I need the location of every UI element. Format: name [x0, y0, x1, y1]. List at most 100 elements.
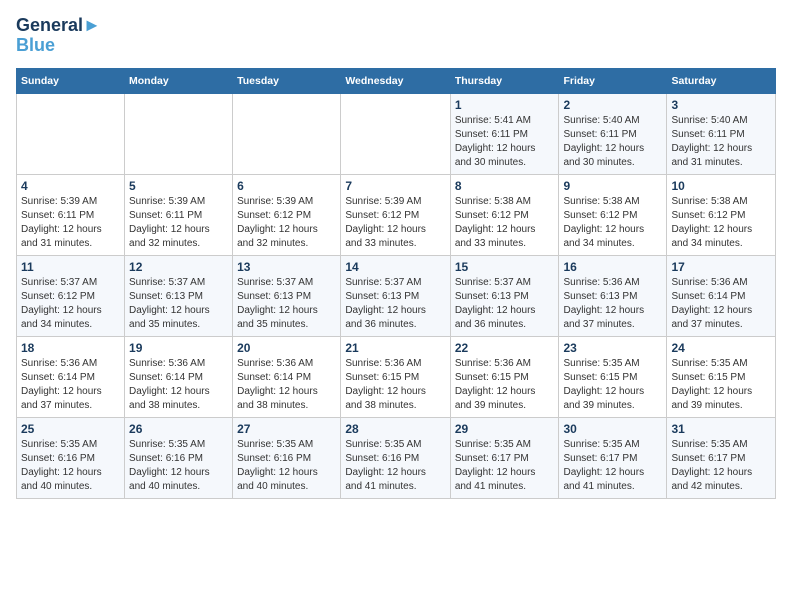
- calendar-cell: 30 Sunrise: 5:35 AM Sunset: 6:17 PM Dayli…: [559, 417, 667, 498]
- day-number: 1: [455, 98, 555, 112]
- day-info: Sunrise: 5:36 AM Sunset: 6:14 PM Dayligh…: [129, 357, 228, 413]
- day-info: Sunrise: 5:38 AM Sunset: 6:12 PM Dayligh…: [671, 195, 771, 251]
- calendar-cell: 2 Sunrise: 5:40 AM Sunset: 6:11 PM Daylig…: [559, 93, 667, 174]
- day-number: 24: [671, 341, 771, 355]
- day-info: Sunrise: 5:37 AM Sunset: 6:13 PM Dayligh…: [237, 276, 336, 332]
- day-number: 15: [455, 260, 555, 274]
- day-number: 18: [21, 341, 120, 355]
- day-number: 13: [237, 260, 336, 274]
- calendar-cell: [341, 93, 450, 174]
- day-header-tuesday: Tuesday: [233, 68, 341, 93]
- day-info: Sunrise: 5:36 AM Sunset: 6:14 PM Dayligh…: [237, 357, 336, 413]
- day-info: Sunrise: 5:37 AM Sunset: 6:13 PM Dayligh…: [455, 276, 555, 332]
- day-number: 22: [455, 341, 555, 355]
- day-info: Sunrise: 5:39 AM Sunset: 6:12 PM Dayligh…: [237, 195, 336, 251]
- day-number: 17: [671, 260, 771, 274]
- calendar-cell: 5 Sunrise: 5:39 AM Sunset: 6:11 PM Daylig…: [125, 174, 233, 255]
- day-number: 3: [671, 98, 771, 112]
- day-info: Sunrise: 5:37 AM Sunset: 6:12 PM Dayligh…: [21, 276, 120, 332]
- day-number: 31: [671, 422, 771, 436]
- day-info: Sunrise: 5:39 AM Sunset: 6:11 PM Dayligh…: [129, 195, 228, 251]
- logo: General► Blue: [16, 16, 101, 56]
- day-info: Sunrise: 5:39 AM Sunset: 6:11 PM Dayligh…: [21, 195, 120, 251]
- day-number: 26: [129, 422, 228, 436]
- day-number: 27: [237, 422, 336, 436]
- day-header-sunday: Sunday: [17, 68, 125, 93]
- day-number: 9: [563, 179, 662, 193]
- calendar-cell: 4 Sunrise: 5:39 AM Sunset: 6:11 PM Daylig…: [17, 174, 125, 255]
- logo-text: General►: [16, 16, 101, 36]
- day-info: Sunrise: 5:35 AM Sunset: 6:17 PM Dayligh…: [563, 438, 662, 494]
- day-number: 10: [671, 179, 771, 193]
- calendar-cell: [125, 93, 233, 174]
- day-header-monday: Monday: [125, 68, 233, 93]
- day-info: Sunrise: 5:39 AM Sunset: 6:12 PM Dayligh…: [345, 195, 445, 251]
- calendar-cell: 23Sunrise: 5:35 AM Sunset: 6:15 PM Dayli…: [559, 336, 667, 417]
- day-number: 8: [455, 179, 555, 193]
- day-info: Sunrise: 5:36 AM Sunset: 6:14 PM Dayligh…: [671, 276, 771, 332]
- day-info: Sunrise: 5:35 AM Sunset: 6:15 PM Dayligh…: [671, 357, 771, 413]
- calendar-cell: 16 Sunrise: 5:36 AM Sunset: 6:13 PM Dayli…: [559, 255, 667, 336]
- calendar-cell: 27 Sunrise: 5:35 AM Sunset: 6:16 PM Dayli…: [233, 417, 341, 498]
- day-number: 20: [237, 341, 336, 355]
- day-number: 5: [129, 179, 228, 193]
- calendar-cell: [17, 93, 125, 174]
- calendar-cell: 22 Sunrise: 5:36 AM Sunset: 6:15 PM Dayli…: [450, 336, 559, 417]
- calendar-cell: 25 Sunrise: 5:35 AM Sunset: 6:16 PM Dayli…: [17, 417, 125, 498]
- calendar-cell: 19 Sunrise: 5:36 AM Sunset: 6:14 PM Dayli…: [125, 336, 233, 417]
- day-number: 16: [563, 260, 662, 274]
- day-number: 2: [563, 98, 662, 112]
- calendar-table: SundayMondayTuesdayWednesdayThursdayFrid…: [16, 68, 776, 499]
- day-number: 14: [345, 260, 445, 274]
- day-info: Sunrise: 5:40 AM Sunset: 6:11 PM Dayligh…: [563, 114, 662, 170]
- day-number: 28: [345, 422, 445, 436]
- calendar-cell: 12 Sunrise: 5:37 AM Sunset: 6:13 PM Dayli…: [125, 255, 233, 336]
- calendar-cell: 26Sunrise: 5:35 AM Sunset: 6:16 PM Dayli…: [125, 417, 233, 498]
- calendar-cell: 21 Sunrise: 5:36 AM Sunset: 6:15 PM Dayli…: [341, 336, 450, 417]
- page-header: General► Blue: [16, 16, 776, 56]
- calendar-cell: 13 Sunrise: 5:37 AM Sunset: 6:13 PM Dayli…: [233, 255, 341, 336]
- calendar-cell: 1 Sunrise: 5:41 AM Sunset: 6:11 PM Daylig…: [450, 93, 559, 174]
- day-number: 21: [345, 341, 445, 355]
- calendar-cell: 7 Sunrise: 5:39 AM Sunset: 6:12 PM Daylig…: [341, 174, 450, 255]
- calendar-cell: 3 Sunrise: 5:40 AM Sunset: 6:11 PM Daylig…: [667, 93, 776, 174]
- calendar-cell: 11 Sunrise: 5:37 AM Sunset: 6:12 PM Dayli…: [17, 255, 125, 336]
- day-header-saturday: Saturday: [667, 68, 776, 93]
- day-header-friday: Friday: [559, 68, 667, 93]
- day-info: Sunrise: 5:36 AM Sunset: 6:15 PM Dayligh…: [345, 357, 445, 413]
- day-number: 4: [21, 179, 120, 193]
- day-info: Sunrise: 5:36 AM Sunset: 6:15 PM Dayligh…: [455, 357, 555, 413]
- day-number: 6: [237, 179, 336, 193]
- calendar-cell: 14 Sunrise: 5:37 AM Sunset: 6:13 PM Dayli…: [341, 255, 450, 336]
- day-info: Sunrise: 5:35 AM Sunset: 6:16 PM Dayligh…: [237, 438, 336, 494]
- day-number: 25: [21, 422, 120, 436]
- calendar-cell: 6 Sunrise: 5:39 AM Sunset: 6:12 PM Daylig…: [233, 174, 341, 255]
- day-number: 11: [21, 260, 120, 274]
- calendar-cell: 29 Sunrise: 5:35 AM Sunset: 6:17 PM Dayli…: [450, 417, 559, 498]
- day-number: 7: [345, 179, 445, 193]
- day-info: Sunrise: 5:38 AM Sunset: 6:12 PM Dayligh…: [455, 195, 555, 251]
- calendar-cell: 24 Sunrise: 5:35 AM Sunset: 6:15 PM Dayli…: [667, 336, 776, 417]
- day-info: Sunrise: 5:35 AM Sunset: 6:16 PM Dayligh…: [21, 438, 120, 494]
- calendar-cell: 31Sunrise: 5:35 AM Sunset: 6:17 PM Dayli…: [667, 417, 776, 498]
- day-info: Sunrise: 5:35 AM Sunset: 6:16 PM Dayligh…: [345, 438, 445, 494]
- logo-subtext: Blue: [16, 36, 101, 56]
- day-header-thursday: Thursday: [450, 68, 559, 93]
- day-number: 30: [563, 422, 662, 436]
- calendar-cell: 28 Sunrise: 5:35 AM Sunset: 6:16 PM Dayli…: [341, 417, 450, 498]
- calendar-cell: 17 Sunrise: 5:36 AM Sunset: 6:14 PM Dayli…: [667, 255, 776, 336]
- calendar-cell: 10 Sunrise: 5:38 AM Sunset: 6:12 PM Dayli…: [667, 174, 776, 255]
- calendar-cell: [233, 93, 341, 174]
- day-info: Sunrise: 5:41 AM Sunset: 6:11 PM Dayligh…: [455, 114, 555, 170]
- day-header-wednesday: Wednesday: [341, 68, 450, 93]
- day-number: 29: [455, 422, 555, 436]
- day-info: Sunrise: 5:38 AM Sunset: 6:12 PM Dayligh…: [563, 195, 662, 251]
- day-info: Sunrise: 5:40 AM Sunset: 6:11 PM Dayligh…: [671, 114, 771, 170]
- day-info: Sunrise: 5:37 AM Sunset: 6:13 PM Dayligh…: [345, 276, 445, 332]
- day-info: Sunrise: 5:36 AM Sunset: 6:13 PM Dayligh…: [563, 276, 662, 332]
- day-info: Sunrise: 5:37 AM Sunset: 6:13 PM Dayligh…: [129, 276, 228, 332]
- day-info: Sunrise: 5:35 AM Sunset: 6:17 PM Dayligh…: [455, 438, 555, 494]
- day-number: 19: [129, 341, 228, 355]
- calendar-cell: 9 Sunrise: 5:38 AM Sunset: 6:12 PM Daylig…: [559, 174, 667, 255]
- day-number: 12: [129, 260, 228, 274]
